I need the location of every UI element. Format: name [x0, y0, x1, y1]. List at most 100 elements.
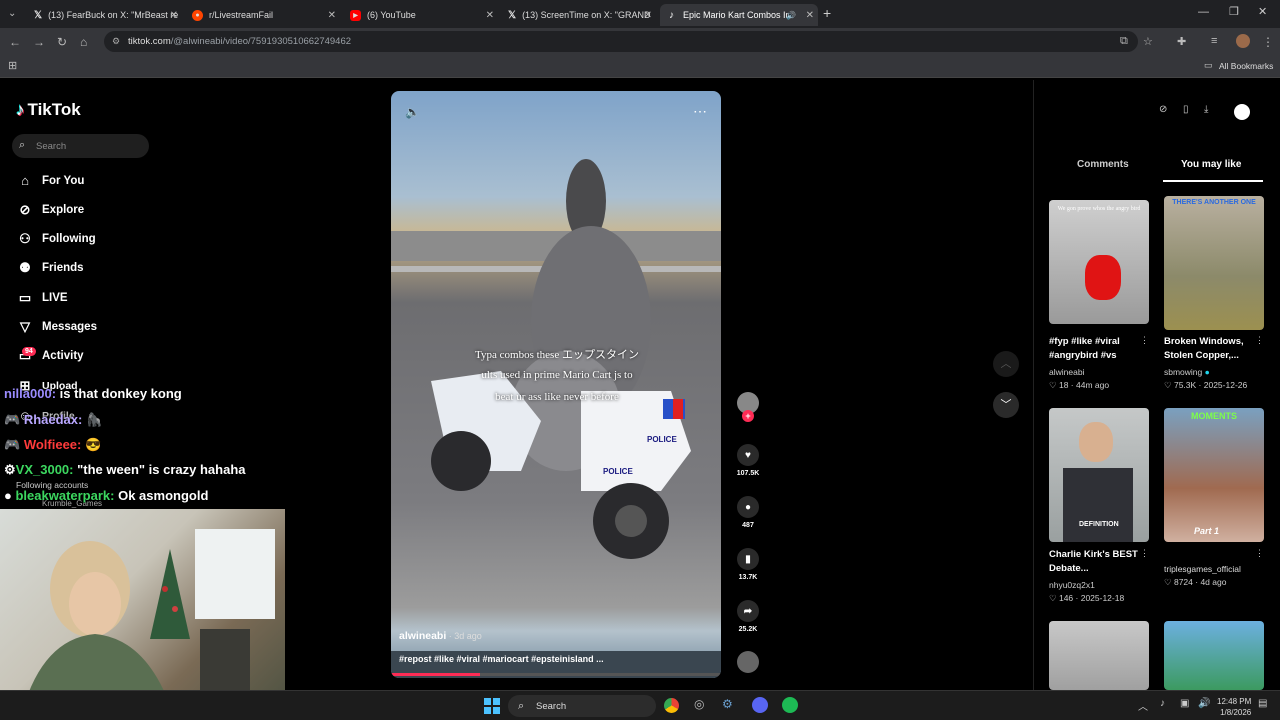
- card-author[interactable]: sbmowing: [1164, 367, 1202, 377]
- minimize-button[interactable]: —: [1198, 6, 1209, 18]
- save-count: 13.7K: [738, 574, 758, 581]
- close-icon[interactable]: ✕: [170, 10, 178, 21]
- steam-icon[interactable]: ⚙: [722, 697, 733, 711]
- network-icon[interactable]: ▣: [1180, 698, 1189, 709]
- nav-following[interactable]: ⚇ Following: [16, 231, 95, 247]
- chat-user: VX_3000:: [15, 462, 74, 477]
- progress-track[interactable]: [391, 673, 721, 676]
- card-title[interactable]: Broken Windows, Stolen Copper,...: [1164, 335, 1259, 363]
- video-author[interactable]: alwineabi: [399, 630, 446, 642]
- card-more-icon[interactable]: ⋮: [1255, 335, 1264, 346]
- back-icon[interactable]: ←: [9, 35, 21, 49]
- card-title[interactable]: Charlie Kirk's BEST Debate...: [1049, 548, 1141, 576]
- recommended-video-thumb[interactable]: THERE'S ANOTHER ONE: [1164, 196, 1264, 330]
- x-icon: 𝕏: [508, 9, 517, 21]
- card-author-line[interactable]: sbmowing ●: [1164, 367, 1210, 377]
- card-author[interactable]: triplesgames_official: [1164, 564, 1241, 574]
- install-icon[interactable]: ⧉: [1120, 35, 1128, 48]
- next-video-button[interactable]: ﹀: [993, 392, 1019, 418]
- card-title[interactable]: #fyp #like #viral #angrybird #vs: [1049, 335, 1141, 363]
- notification-icon[interactable]: ▤: [1258, 698, 1267, 709]
- follow-plus-icon[interactable]: +: [742, 410, 754, 422]
- forward-icon[interactable]: →: [33, 35, 45, 49]
- discord-icon[interactable]: [752, 697, 768, 713]
- tab-tiktok-active[interactable]: ♪ Epic Mario Kart Combos In 🔊 ✕: [660, 4, 818, 26]
- card-more-icon[interactable]: ⋮: [1255, 548, 1264, 559]
- chat-message: 🎮 Rhaedax: 🦍: [4, 412, 102, 428]
- tab-fearbuck[interactable]: 𝕏 (13) FearBuck on X: "MrBeast re ✕: [28, 4, 182, 26]
- compass-icon[interactable]: ⊘: [1159, 104, 1167, 115]
- recommended-video-thumb[interactable]: [1164, 621, 1264, 690]
- mic-icon[interactable]: ♪: [1160, 698, 1165, 709]
- video-author-line[interactable]: alwineabi · 3d ago: [399, 630, 482, 642]
- save-button[interactable]: ▮ 13.7K: [735, 548, 761, 581]
- nav-activity[interactable]: ▭ Activity 94: [16, 347, 84, 364]
- recommended-video-thumb[interactable]: [1049, 621, 1149, 690]
- close-icon[interactable]: ✕: [644, 10, 652, 21]
- reload-icon[interactable]: ↻: [57, 35, 67, 49]
- more-options-icon[interactable]: ⋯: [693, 103, 707, 120]
- apps-icon[interactable]: ⊞: [8, 59, 17, 72]
- home-icon[interactable]: ⌂: [80, 35, 87, 49]
- menu-icon[interactable]: ⋮: [1262, 35, 1274, 49]
- like-button[interactable]: ♥ 107.5K: [735, 444, 761, 477]
- tab-livestreamfail[interactable]: ● r/LivestreamFail ✕: [186, 4, 340, 26]
- taskbar-clock[interactable]: 12:48 PM 1/8/2026: [1217, 696, 1251, 718]
- nav-explore[interactable]: ⊘ Explore: [16, 202, 85, 218]
- new-tab-button[interactable]: +: [823, 5, 831, 21]
- windows-start-icon[interactable]: [484, 698, 500, 714]
- extensions-icon[interactable]: ✚: [1177, 35, 1186, 48]
- all-bookmarks-link[interactable]: All Bookmarks: [1219, 61, 1273, 71]
- close-icon[interactable]: ✕: [486, 10, 494, 21]
- search-input[interactable]: ⌕ Search: [12, 134, 149, 158]
- tiktok-logo[interactable]: ♪ TikTok: [16, 100, 81, 120]
- share-count: 25.2K: [738, 626, 758, 633]
- profile-avatar-icon[interactable]: [1236, 34, 1250, 48]
- tiktok-icon: ♪: [16, 100, 25, 119]
- tab-search-icon[interactable]: ⌄: [8, 8, 16, 19]
- video-player[interactable]: POLICE POLICE 🔈 ⋯ Typa combos these エップス…: [391, 91, 721, 678]
- following-icon: ⚇: [19, 231, 31, 246]
- sound-disc[interactable]: [735, 651, 761, 677]
- nav-live[interactable]: ▭ LIVE: [16, 290, 68, 306]
- taskbar-search[interactable]: ⌕ Search: [508, 695, 656, 717]
- recommended-video-thumb[interactable]: DEFINITION: [1049, 408, 1149, 542]
- chrome-icon[interactable]: [664, 698, 679, 713]
- phone-icon[interactable]: ▯: [1183, 104, 1189, 115]
- recommended-video-thumb[interactable]: MOMENTS Part 1: [1164, 408, 1264, 542]
- site-info-icon[interactable]: ⚙: [112, 36, 120, 47]
- bookmark-star-icon[interactable]: ☆: [1143, 35, 1153, 48]
- card-more-icon[interactable]: ⋮: [1140, 548, 1149, 559]
- card-author[interactable]: alwineabi: [1049, 367, 1084, 377]
- app-icon[interactable]: ◎: [694, 697, 704, 711]
- previous-video-button[interactable]: ︿: [993, 351, 1019, 377]
- tab-you-may-like[interactable]: You may like: [1181, 159, 1241, 170]
- profile-avatar[interactable]: [1234, 104, 1250, 120]
- window-close-button[interactable]: ✕: [1258, 5, 1267, 18]
- nav-messages[interactable]: ▽ Messages: [16, 319, 97, 335]
- maximize-button[interactable]: ❐: [1229, 5, 1239, 18]
- nav-for-you[interactable]: ⌂ For You: [16, 173, 84, 188]
- tab-comments[interactable]: Comments: [1077, 159, 1129, 170]
- volume-icon[interactable]: 🔈: [405, 105, 420, 119]
- card-more-icon[interactable]: ⋮: [1140, 335, 1149, 346]
- recommended-video-thumb[interactable]: We gon prove whos the angry bird: [1049, 200, 1149, 324]
- tab-youtube[interactable]: ▶ (6) YouTube ✕: [344, 4, 498, 26]
- comment-button[interactable]: ● 487: [735, 496, 761, 529]
- creator-avatar[interactable]: +: [735, 392, 761, 422]
- card-author[interactable]: nhyu0zq2x1: [1049, 580, 1095, 590]
- speaker-icon[interactable]: 🔊: [786, 11, 796, 20]
- download-icon[interactable]: ⤓: [1204, 104, 1208, 115]
- tab-screentime[interactable]: 𝕏 (13) ScreenTime on X: "GRAND ✕: [502, 4, 656, 26]
- close-icon[interactable]: ✕: [806, 10, 814, 21]
- tray-chevron-icon[interactable]: ︿: [1138, 698, 1148, 713]
- spotify-icon[interactable]: [782, 697, 798, 713]
- url-field[interactable]: ⚙ tiktok.com/@alwineabi/video/7591930510…: [104, 31, 1138, 52]
- nav-friends[interactable]: ⚉ Friends: [16, 260, 83, 276]
- volume-icon[interactable]: 🔊: [1198, 698, 1210, 709]
- close-icon[interactable]: ✕: [328, 10, 336, 21]
- share-button[interactable]: ➦ 25.2K: [735, 600, 761, 633]
- search-icon: ⌕: [518, 699, 525, 712]
- media-icon[interactable]: ≡: [1211, 35, 1217, 47]
- chat-message: ⚙VX_3000: "the ween" is crazy hahaha: [4, 462, 246, 478]
